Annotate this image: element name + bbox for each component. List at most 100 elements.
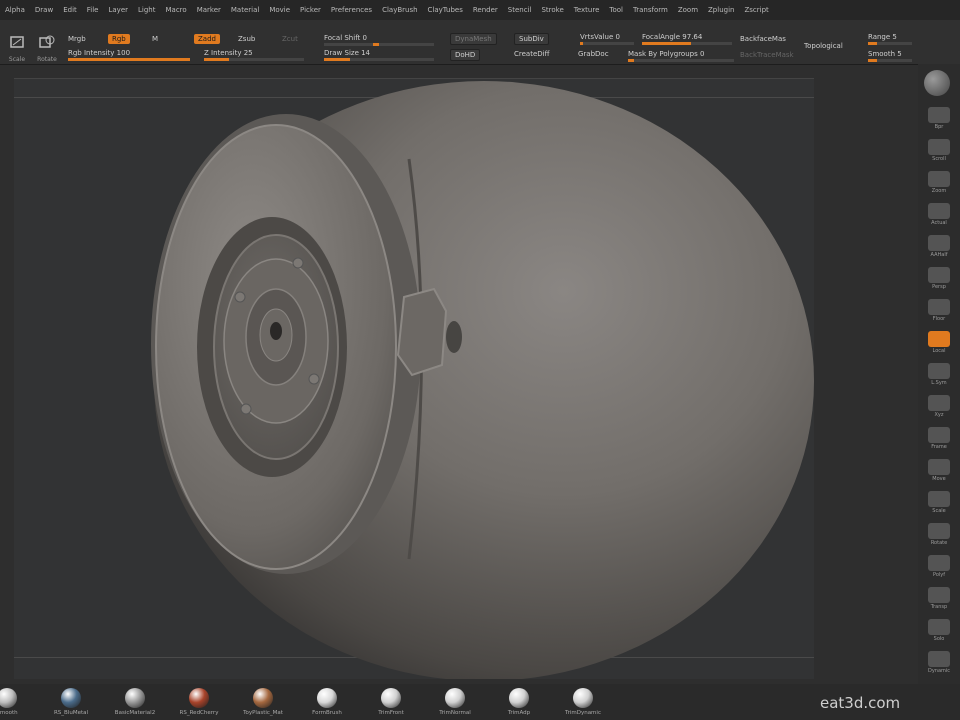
focal-shift-slider[interactable]	[324, 43, 434, 46]
material-slot[interactable]: TrimNormal	[424, 688, 486, 716]
menu-item-edit[interactable]: Edit	[58, 6, 82, 14]
menu-item-draw[interactable]: Draw	[30, 6, 58, 14]
z-intensity-label[interactable]: Z Intensity 25	[204, 49, 253, 57]
shelf-button-label: Scale	[932, 507, 946, 514]
menu-item-tool[interactable]: Tool	[604, 6, 628, 14]
mask-polygroups-slider[interactable]	[628, 59, 734, 62]
focal-shift-label[interactable]: Focal Shift 0	[324, 34, 367, 42]
shelf-button-dynamic[interactable]: Dynamic	[922, 648, 956, 676]
menu-item-zplugin[interactable]: Zplugin	[703, 6, 739, 14]
shelf-button-persp[interactable]: Persp	[922, 264, 956, 292]
dynamesh-button[interactable]: DynaMesh	[450, 33, 497, 45]
shelf-button-label: Persp	[932, 283, 946, 290]
draw-size-slider[interactable]	[324, 58, 434, 61]
menu-item-marker[interactable]: Marker	[192, 6, 226, 14]
focal-angle-slider[interactable]	[642, 42, 732, 45]
menu-item-light[interactable]: Light	[133, 6, 160, 14]
creatediff-button[interactable]: CreateDiff	[514, 50, 549, 58]
rgb-button[interactable]: Rgb	[108, 34, 130, 44]
material-name: RS_BluMetal	[53, 710, 89, 716]
menu-item-render[interactable]: Render	[468, 6, 503, 14]
shelf-button-frame[interactable]: Frame	[922, 424, 956, 452]
rgb-intensity-label[interactable]: Rgb Intensity 100	[68, 49, 130, 57]
material-slot[interactable]: TrimFront	[360, 688, 422, 716]
z-intensity-slider[interactable]	[204, 58, 304, 61]
shelf-button-xyz[interactable]: Xyz	[922, 392, 956, 420]
dohd-button[interactable]: DoHD	[450, 49, 481, 61]
shelf-button-zoom[interactable]: Zoom	[922, 168, 956, 196]
watermark-text: eat3d.com	[820, 694, 901, 712]
scale-icon	[10, 36, 24, 48]
menu-item-claytubes[interactable]: ClayTubes	[423, 6, 468, 14]
shelf-button-aahalf[interactable]: AAHalf	[922, 232, 956, 260]
shelf-button-scale[interactable]: Scale	[922, 488, 956, 516]
material-slot[interactable]: RS_RedCherry	[168, 688, 230, 716]
menu-item-stencil[interactable]: Stencil	[503, 6, 537, 14]
material-slot[interactable]: ToyPlastic_Mat	[232, 688, 294, 716]
menu-item-zscript[interactable]: Zscript	[739, 6, 773, 14]
smooth-slider[interactable]	[868, 59, 912, 62]
menu-item-layer[interactable]: Layer	[103, 6, 133, 14]
menu-item-claybrush[interactable]: ClayBrush	[377, 6, 422, 14]
menu-item-zoom[interactable]: Zoom	[673, 6, 703, 14]
material-slot[interactable]: Smooth	[0, 688, 38, 716]
shelf-button-scroll[interactable]: Scroll	[922, 136, 956, 164]
vrts-value-label[interactable]: VrtsValue 0	[580, 33, 620, 41]
m-button[interactable]: M	[152, 35, 158, 43]
shelf-button-floor[interactable]: Floor	[922, 296, 956, 324]
material-sphere-icon	[253, 688, 273, 708]
shelf-button-solo[interactable]: Solo	[922, 616, 956, 644]
smooth-label[interactable]: Smooth 5	[868, 50, 902, 58]
material-slot[interactable]: TrimAdp	[488, 688, 550, 716]
zadd-button[interactable]: Zadd	[194, 34, 220, 44]
menu-item-picker[interactable]: Picker	[295, 6, 326, 14]
sculpt-model[interactable]	[14, 79, 814, 679]
backtrace-mask-button[interactable]: BackTraceMask	[740, 51, 794, 59]
menu-item-stroke[interactable]: Stroke	[536, 6, 568, 14]
grabdoc-button[interactable]: GrabDoc	[578, 50, 609, 58]
material-preview-sphere[interactable]	[924, 70, 950, 96]
material-slot[interactable]: BasicMaterial2	[104, 688, 166, 716]
shelf-button-local[interactable]: Local	[922, 328, 956, 356]
menu-item-movie[interactable]: Movie	[264, 6, 295, 14]
shelf-button-label: Actual	[931, 219, 947, 226]
zsub-button[interactable]: Zsub	[238, 35, 255, 43]
shelf-button-lsym[interactable]: L.Sym	[922, 360, 956, 388]
shelf-button-label: Xyz	[934, 411, 944, 418]
topological-button[interactable]: Topological	[804, 42, 843, 50]
menu-item-alpha[interactable]: Alpha	[0, 6, 30, 14]
shelf-button-polyf[interactable]: Polyf	[922, 552, 956, 580]
shelf-button-actual[interactable]: Actual	[922, 200, 956, 228]
vrts-value-slider[interactable]	[580, 42, 634, 45]
shelf-button-transp[interactable]: Transp	[922, 584, 956, 612]
material-name: TrimAdp	[507, 710, 531, 716]
shelf-button-rotate[interactable]: Rotate	[922, 520, 956, 548]
rotate-mode-button[interactable]: Rotate	[36, 34, 58, 63]
menu-item-texture[interactable]: Texture	[569, 6, 605, 14]
shelf-button-bpr[interactable]: Bpr	[922, 104, 956, 132]
material-slot[interactable]: RS_BluMetal	[40, 688, 102, 716]
range-label[interactable]: Range 5	[868, 33, 897, 41]
menu-item-macro[interactable]: Macro	[161, 6, 192, 14]
material-slot[interactable]: FormBrush	[296, 688, 358, 716]
backface-mask-button[interactable]: BackfaceMas	[740, 35, 786, 43]
transp-icon	[928, 586, 950, 603]
viewport-canvas[interactable]	[14, 78, 814, 679]
zcut-button[interactable]: Zcut	[282, 35, 298, 43]
menu-item-transform[interactable]: Transform	[628, 6, 673, 14]
shelf-button-move[interactable]: Move	[922, 456, 956, 484]
polyf-icon	[928, 554, 950, 571]
draw-size-label[interactable]: Draw Size 14	[324, 49, 370, 57]
mask-polygroups-label[interactable]: Mask By Polygroups 0	[628, 50, 704, 58]
menu-item-preferences[interactable]: Preferences	[326, 6, 377, 14]
focal-angle-label[interactable]: FocalAngle 97.64	[642, 33, 702, 41]
scale-mode-button[interactable]: Scale	[6, 34, 28, 63]
bpr-icon	[928, 106, 950, 123]
subdiv-button[interactable]: SubDiv	[514, 33, 549, 45]
menu-item-file[interactable]: File	[82, 6, 104, 14]
range-slider[interactable]	[868, 42, 912, 45]
menu-item-material[interactable]: Material	[226, 6, 264, 14]
material-slot[interactable]: TrimDynamic	[552, 688, 614, 716]
mrgb-button[interactable]: Mrgb	[68, 35, 86, 43]
rgb-intensity-slider[interactable]	[68, 58, 190, 61]
